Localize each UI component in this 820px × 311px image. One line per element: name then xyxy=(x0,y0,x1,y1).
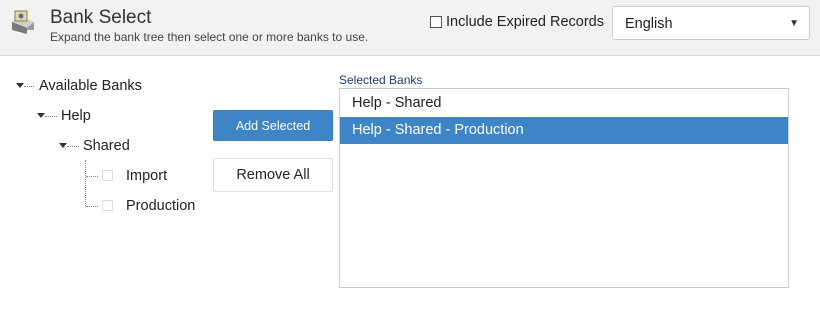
tree-node-shared[interactable]: Shared xyxy=(83,138,130,154)
tree-node-production[interactable]: Production xyxy=(126,198,195,214)
include-expired-toggle[interactable]: Include Expired Records xyxy=(430,14,604,30)
expand-arrow-icon[interactable] xyxy=(16,83,24,88)
selected-banks-label: Selected Banks xyxy=(339,73,423,87)
expand-arrow-icon[interactable] xyxy=(37,113,45,118)
tree-leaf-checkbox[interactable] xyxy=(102,170,113,181)
include-expired-checkbox[interactable] xyxy=(430,16,442,28)
tree-connector xyxy=(85,160,86,206)
tree-connector xyxy=(24,86,34,87)
page-subtitle: Expand the bank tree then select one or … xyxy=(50,30,369,44)
tree-node-import[interactable]: Import xyxy=(126,168,167,184)
expand-arrow-icon[interactable] xyxy=(59,143,67,148)
list-item[interactable]: Help - Shared - Production xyxy=(340,117,788,144)
selected-banks-list[interactable]: Help - Shared Help - Shared - Production xyxy=(339,88,789,288)
tree-leaf-checkbox[interactable] xyxy=(102,200,113,211)
tree-node-available-banks[interactable]: Available Banks xyxy=(39,78,142,94)
include-expired-label: Include Expired Records xyxy=(446,14,604,30)
add-selected-button[interactable]: Add Selected xyxy=(213,110,333,141)
tree-node-help[interactable]: Help xyxy=(61,108,91,124)
list-item[interactable]: Help - Shared xyxy=(340,90,788,117)
tree-connector xyxy=(45,116,57,117)
tree-connector xyxy=(86,206,98,207)
language-select-value: English xyxy=(625,16,673,32)
chevron-down-icon: ▼ xyxy=(789,18,799,29)
language-select[interactable]: English ▼ xyxy=(612,6,810,40)
header: Bank Select Expand the bank tree then se… xyxy=(0,0,820,56)
tree-connector xyxy=(86,176,98,177)
tree-connector xyxy=(67,146,79,147)
remove-all-button[interactable]: Remove All xyxy=(213,158,333,192)
bank-icon xyxy=(12,10,34,34)
page-title: Bank Select xyxy=(50,7,152,28)
